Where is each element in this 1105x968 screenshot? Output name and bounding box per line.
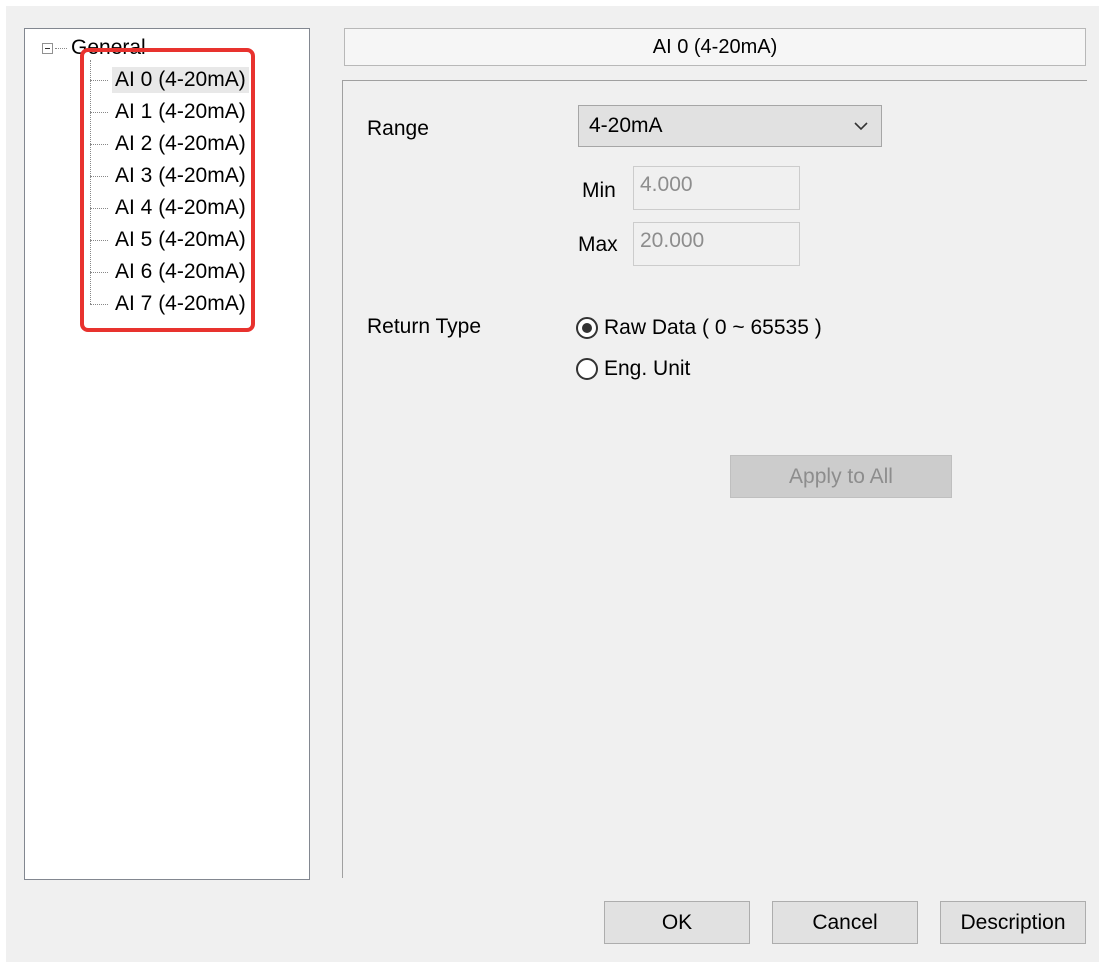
max-field[interactable]: 20.000 xyxy=(633,222,800,266)
radio-raw-data-label: Raw Data ( 0 ~ 65535 ) xyxy=(604,316,822,339)
radio-unchecked-icon[interactable] xyxy=(576,358,598,380)
tree-connector xyxy=(55,47,67,49)
return-type-label: Return Type xyxy=(367,315,482,338)
radio-checked-icon[interactable] xyxy=(576,317,598,339)
highlight-annotation xyxy=(80,48,255,332)
channel-header: AI 0 (4-20mA) xyxy=(344,28,1086,66)
chevron-down-icon xyxy=(854,122,868,131)
range-label: Range xyxy=(367,117,429,140)
apply-to-all-label: Apply to All xyxy=(789,464,893,488)
channel-title: AI 0 (4-20mA) xyxy=(652,35,778,58)
radio-eng-unit-label: Eng. Unit xyxy=(604,357,691,380)
min-field[interactable]: 4.000 xyxy=(633,166,800,210)
max-value: 20.000 xyxy=(640,229,705,252)
radio-eng-unit[interactable]: Eng. Unit xyxy=(576,355,690,383)
ok-label: OK xyxy=(661,910,693,934)
min-label: Min xyxy=(582,179,616,202)
range-select-value: 4-20mA xyxy=(589,114,663,137)
collapse-icon[interactable] xyxy=(42,42,53,54)
description-button[interactable]: Description xyxy=(940,901,1086,944)
cancel-button[interactable]: Cancel xyxy=(772,901,918,944)
description-label: Description xyxy=(960,910,1066,934)
ok-button[interactable]: OK xyxy=(604,901,750,944)
min-value: 4.000 xyxy=(640,173,693,196)
apply-to-all-button[interactable]: Apply to All xyxy=(730,455,952,498)
range-select[interactable]: 4-20mA xyxy=(578,105,882,147)
max-label: Max xyxy=(578,233,618,256)
radio-raw-data[interactable]: Raw Data ( 0 ~ 65535 ) xyxy=(576,314,822,342)
cancel-label: Cancel xyxy=(812,910,878,934)
